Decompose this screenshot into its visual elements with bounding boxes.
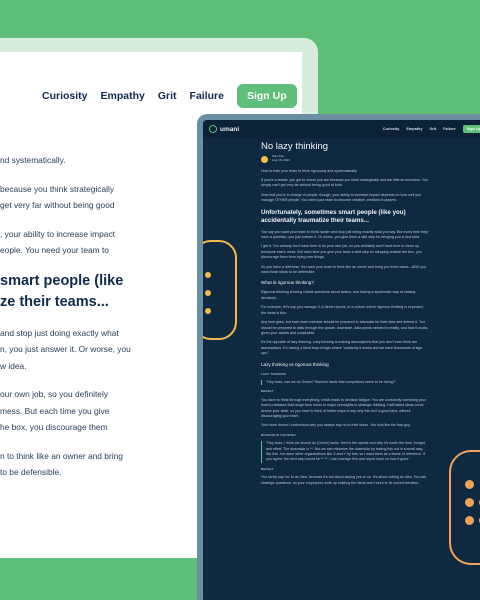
heading-line: smart people (like — [0, 272, 124, 289]
quote: "Hey boss, I think we should do (Green) … — [261, 441, 429, 463]
quote: "Hey boss, can we do Green? Random tacti… — [261, 379, 429, 386]
author-byline: Wes Kao Aug 18, 2020 — [261, 155, 429, 163]
text-line: because you think strategically — [0, 183, 115, 194]
subheading: Lazy thinking vs rigorous thinking — [261, 361, 329, 367]
paragraph: You have to think through everything, wh… — [261, 397, 427, 418]
text-line: he box, you discourage them — [0, 422, 108, 432]
tablet-sign-up-button[interactable]: Sign Up — [462, 125, 480, 133]
tablet-nav-failure[interactable]: Failure — [443, 127, 455, 131]
paragraph: For example, let's say you manage 3–5 di… — [261, 305, 424, 315]
nav-empathy[interactable]: Empathy — [101, 90, 145, 102]
label: RIGOROUS THINKING — [261, 432, 296, 437]
sign-up-button[interactable]: Sign Up — [236, 84, 297, 108]
section-heading: Unfortunately, sometimes smart people (l… — [261, 208, 406, 224]
post-date: Aug 18, 2020 — [272, 158, 290, 162]
article-title: No lazy thinking — [261, 141, 329, 152]
text-line: , your ability to increase impact — [0, 228, 115, 239]
logo-icon — [209, 125, 217, 133]
tablet-nav-empathy[interactable]: Empathy — [406, 127, 422, 131]
dot-icon — [205, 272, 211, 278]
paragraph: Any time goes, but each team member shou… — [261, 320, 428, 335]
dot-icon — [205, 308, 211, 314]
tablet-nav-links: Curiosity Empathy Grit Failure Sign Up — [383, 125, 480, 133]
dot-icon — [465, 516, 474, 525]
text-line: n, you just answer it. Or worse, you — [0, 344, 131, 354]
nav-curiosity[interactable]: Curiosity — [42, 90, 88, 102]
tablet-nav: umani Curiosity Empathy Grit Failure Sig… — [203, 120, 480, 138]
text-line: w idea. — [0, 360, 27, 371]
paragraph: If you're a leader, you got to where you… — [261, 178, 428, 188]
avatar — [261, 155, 268, 163]
nav-grit[interactable]: Grit — [158, 90, 177, 102]
tablet-nav-curiosity[interactable]: Curiosity — [383, 127, 399, 131]
text-line: to be defensible. — [0, 467, 62, 477]
paragraph: How to train your team to think rigorous… — [261, 168, 358, 173]
dot-icon — [465, 480, 474, 489]
logo[interactable]: umani — [209, 125, 239, 133]
paragraph: Now that you're in charge of people, tho… — [261, 192, 422, 203]
text-line: n to think like an owner and bring — [0, 450, 123, 461]
site-nav: Curiosity Empathy Grit Failure Sign Up — [42, 84, 302, 108]
paragraph: You rarely say 'no' to an idea, because … — [261, 475, 427, 485]
text-line: mess. But each time you give — [0, 405, 110, 416]
paragraph: You say you want your team to think hard… — [261, 229, 428, 240]
paragraph: So you have a dilemma: You want your tea… — [261, 264, 427, 275]
paragraph: Rigorous thinking is being critical ques… — [261, 290, 416, 300]
text-line: our own job, so you definitely — [0, 389, 109, 399]
label: LAZY THINKING — [261, 371, 287, 376]
label: RESULT — [261, 389, 274, 394]
robot-illustration-icon — [203, 240, 237, 340]
heading-line: ze their teams... — [0, 293, 109, 310]
text-line: get very far without being good — [0, 200, 115, 210]
paragraph: I get it. You already don't have time to… — [261, 244, 422, 260]
author-meta: Wes Kao Aug 18, 2020 — [272, 155, 290, 162]
dot-icon — [465, 498, 474, 507]
dot-icon — [205, 290, 211, 296]
tablet-screen: umani Curiosity Empathy Grit Failure Sig… — [203, 120, 480, 600]
label: RESULT — [261, 466, 274, 471]
subheading: What is rigorous thinking? — [261, 280, 314, 286]
text-line: and stop just doing exactly what — [0, 327, 119, 338]
text-line: eople. You need your team to — [0, 245, 109, 255]
paragraph: Your team doesn't understand why you alw… — [261, 423, 411, 428]
tablet-device: umani Curiosity Empathy Grit Failure Sig… — [197, 114, 480, 600]
paragraph: It's the opposite of lazy thinking. Lazy… — [261, 340, 424, 356]
nav-failure[interactable]: Failure — [190, 90, 224, 102]
logo-text: umani — [220, 125, 240, 133]
robot-illustration-icon — [449, 450, 480, 565]
tablet-article: No lazy thinking Wes Kao Aug 18, 2020 Ho… — [261, 141, 429, 490]
tablet-nav-grit[interactable]: Grit — [429, 127, 436, 131]
